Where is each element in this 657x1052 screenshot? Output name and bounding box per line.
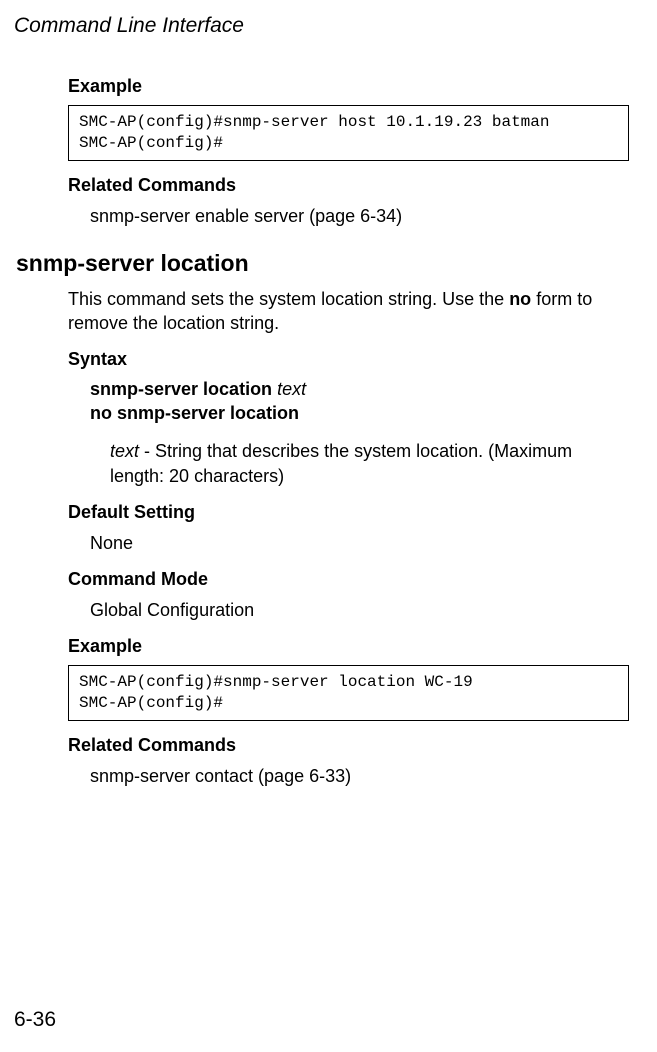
parameter-description: text - String that describes the system … — [68, 439, 629, 488]
page-content: Example SMC-AP(config)#snmp-server host … — [0, 38, 657, 788]
example-heading-2: Example — [68, 636, 629, 657]
syntax-cmd: snmp-server location — [90, 379, 277, 399]
code-example-2: SMC-AP(config)#snmp-server location WC-1… — [68, 665, 629, 721]
desc-part1: This command sets the system location st… — [68, 289, 509, 309]
code-line: SMC-AP(config)# — [79, 134, 223, 152]
code-line: SMC-AP(config)#snmp-server location WC-1… — [79, 673, 473, 691]
related-commands-heading-2: Related Commands — [68, 735, 629, 756]
code-line: SMC-AP(config)#snmp-server host 10.1.19.… — [79, 113, 549, 131]
default-setting-heading: Default Setting — [68, 502, 629, 523]
syntax-block: snmp-server location text no snmp-server… — [68, 378, 629, 425]
param-text: - String that describes the system locat… — [110, 441, 572, 485]
desc-bold: no — [509, 289, 531, 309]
page-number: 6-36 — [14, 1008, 56, 1032]
command-mode-heading: Command Mode — [68, 569, 629, 590]
command-mode-value: Global Configuration — [68, 598, 629, 622]
param-name: text — [110, 441, 139, 461]
example-heading-1: Example — [68, 76, 629, 97]
default-setting-value: None — [68, 531, 629, 555]
related-commands-heading-1: Related Commands — [68, 175, 629, 196]
syntax-heading: Syntax — [68, 349, 629, 370]
related-command-text-1: snmp-server enable server (page 6-34) — [68, 204, 629, 228]
syntax-line-1: snmp-server location text — [90, 378, 629, 401]
command-description: This command sets the system location st… — [68, 287, 629, 336]
page-header: Command Line Interface — [0, 0, 657, 38]
syntax-line-2: no snmp-server location — [90, 402, 629, 425]
code-example-1: SMC-AP(config)#snmp-server host 10.1.19.… — [68, 105, 629, 161]
code-line: SMC-AP(config)# — [79, 694, 223, 712]
syntax-arg: text — [277, 379, 306, 399]
related-command-text-2: snmp-server contact (page 6-33) — [68, 764, 629, 788]
command-title: snmp-server location — [16, 250, 629, 277]
